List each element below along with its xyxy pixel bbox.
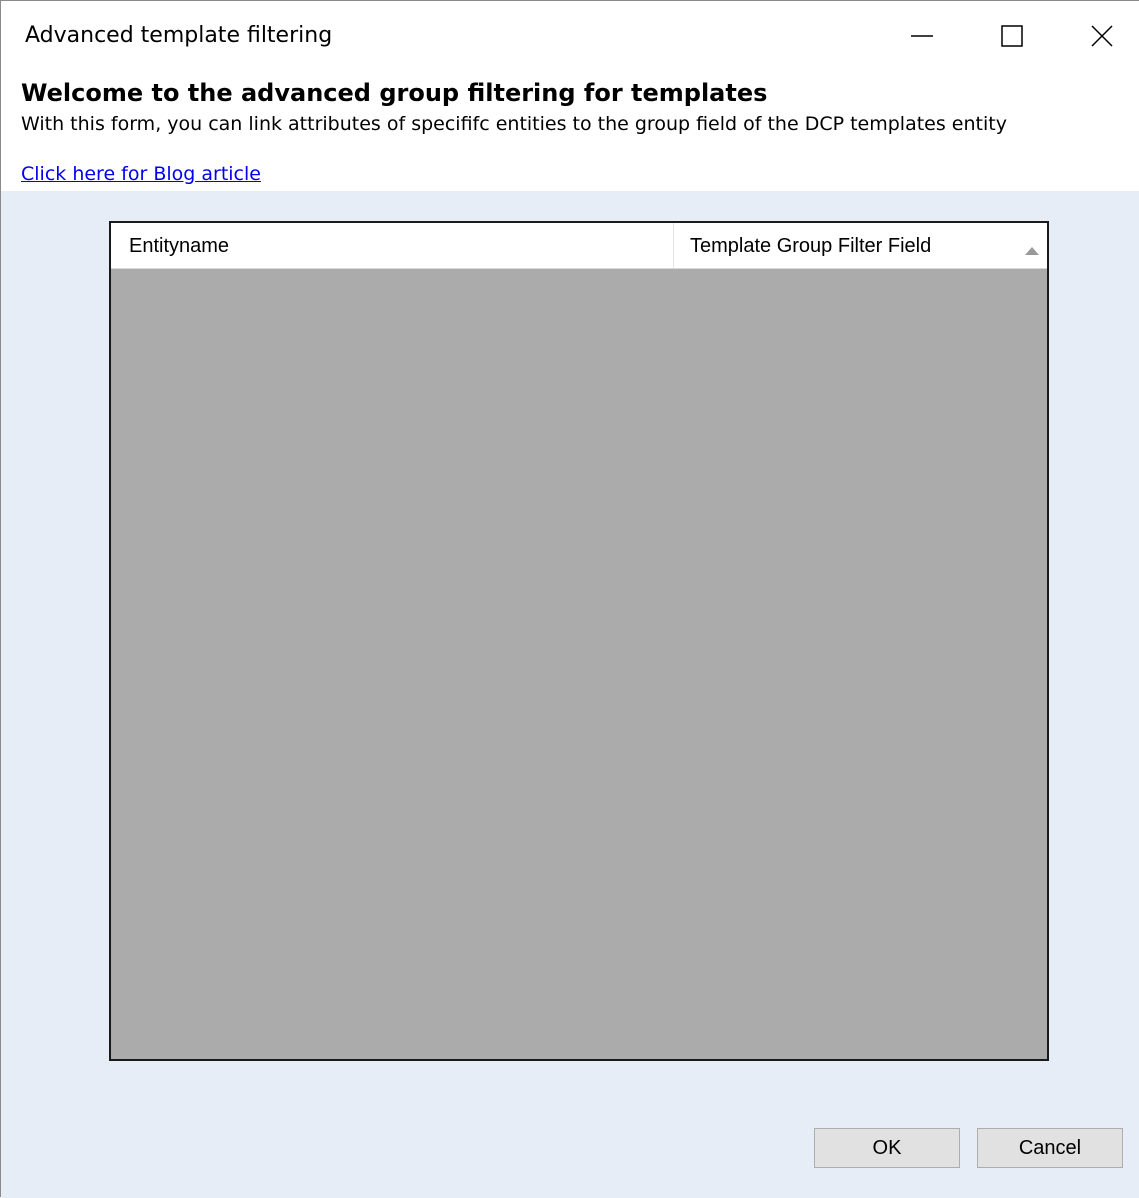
minimize-button[interactable] xyxy=(877,1,967,71)
column-header-label: Entityname xyxy=(129,234,230,257)
cancel-button[interactable]: Cancel xyxy=(977,1128,1123,1168)
dialog-window: Advanced template filtering Welcome to t… xyxy=(0,0,1139,1198)
maximize-button[interactable] xyxy=(967,1,1057,71)
welcome-heading: Welcome to the advanced group filtering … xyxy=(21,79,768,107)
column-header-entityname[interactable]: Entityname xyxy=(111,223,674,269)
grid-body xyxy=(111,269,1047,1059)
column-header-template-group-filter-field[interactable]: Template Group Filter Field xyxy=(674,223,1047,269)
blog-article-link[interactable]: Click here for Blog article xyxy=(21,163,261,185)
title-bar[interactable]: Advanced template filtering xyxy=(1,1,1139,71)
window-title: Advanced template filtering xyxy=(25,23,333,48)
header-section: Welcome to the advanced group filtering … xyxy=(1,71,1139,191)
minimize-icon xyxy=(910,24,934,48)
column-header-label: Template Group Filter Field xyxy=(690,234,932,257)
maximize-icon xyxy=(1000,24,1024,48)
ok-button[interactable]: OK xyxy=(814,1128,960,1168)
filter-grid[interactable]: Entityname Template Group Filter Field xyxy=(109,221,1049,1061)
description-text: With this form, you can link attributes … xyxy=(21,113,1007,135)
main-panel: Entityname Template Group Filter Field O… xyxy=(1,191,1139,1198)
grid-header: Entityname Template Group Filter Field xyxy=(111,223,1047,269)
close-icon xyxy=(1090,24,1114,48)
sort-ascending-icon xyxy=(1023,240,1041,263)
close-button[interactable] xyxy=(1057,1,1139,71)
